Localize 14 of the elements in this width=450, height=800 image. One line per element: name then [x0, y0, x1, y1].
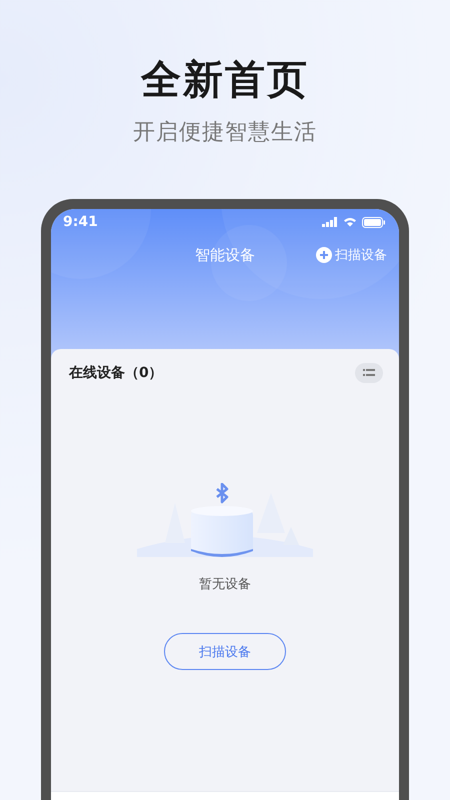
- section-title: 在线设备（0）: [69, 364, 163, 382]
- list-view-button[interactable]: [355, 363, 383, 383]
- empty-message: 暂无设备: [199, 576, 251, 593]
- scan-device-link[interactable]: 扫描设备: [316, 246, 387, 264]
- tagline: 开启便捷智慧生活: [133, 119, 317, 147]
- add-icon: [316, 247, 332, 263]
- screen-title: 智能设备: [195, 246, 255, 264]
- headline: 全新首页: [141, 56, 309, 105]
- status-time: 9:41: [63, 214, 98, 230]
- battery-icon: [362, 216, 385, 228]
- wifi-icon: [343, 217, 357, 227]
- scan-device-button[interactable]: 扫描设备: [164, 633, 286, 670]
- signal-icon: [322, 217, 338, 227]
- list-icon: [363, 369, 375, 377]
